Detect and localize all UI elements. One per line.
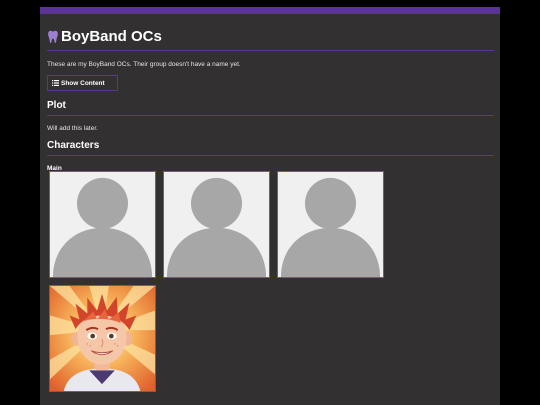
top-accent-bar [40, 7, 500, 14]
characters-heading: Characters [47, 140, 100, 151]
title-divider [47, 50, 494, 51]
placeholder-avatar-icon [278, 172, 383, 277]
page-description: These are my BoyBand OCs. Their group do… [47, 61, 241, 68]
plot-text: Will add this later. [47, 125, 98, 132]
character-card-placeholder-3[interactable] [277, 171, 384, 278]
list-icon [52, 80, 59, 86]
show-content-label: Show Content [61, 79, 105, 87]
placeholder-avatar-icon [164, 172, 269, 277]
show-content-button[interactable]: Show Content [47, 75, 118, 91]
title-row: BoyBand OCs [47, 27, 494, 47]
character-card-portrait[interactable] [49, 285, 156, 392]
plot-heading: Plot [47, 100, 66, 111]
page-content: BoyBand OCs These are my BoyBand OCs. Th… [40, 27, 500, 173]
page-container: BoyBand OCs These are my BoyBand OCs. Th… [40, 7, 500, 405]
character-card-placeholder-1[interactable] [49, 171, 156, 278]
character-card-placeholder-2[interactable] [163, 171, 270, 278]
page-title: BoyBand OCs [61, 28, 162, 45]
red-haired-boy-portrait-image [50, 286, 155, 391]
characters-divider [47, 155, 494, 156]
plot-divider [47, 115, 494, 116]
placeholder-avatar-icon [50, 172, 155, 277]
tooth-icon [47, 30, 59, 44]
